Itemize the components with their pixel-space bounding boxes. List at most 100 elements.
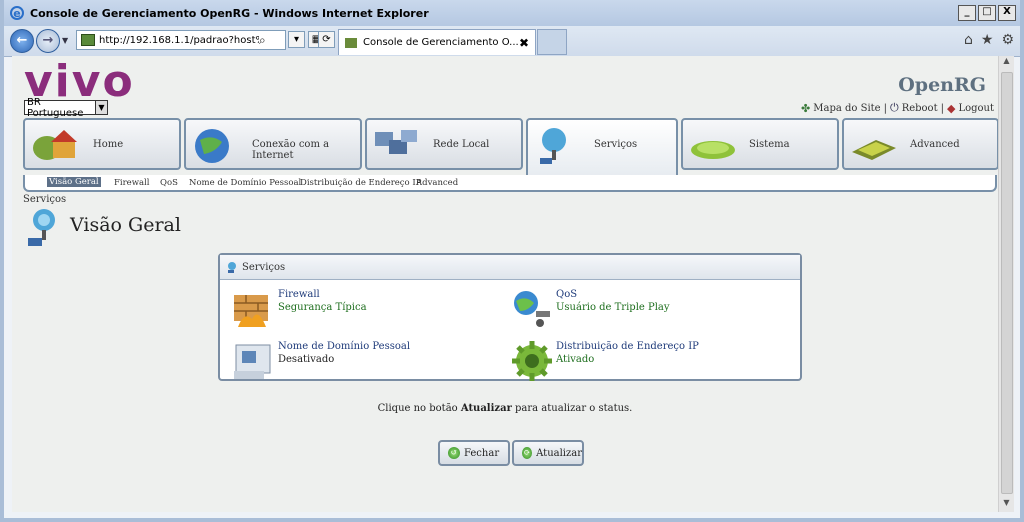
service-ip-distribution: Distribuição de Endereço IP Ativado bbox=[510, 341, 760, 381]
service-status: Desativado bbox=[278, 354, 335, 365]
close-circle-icon: ↺ bbox=[448, 447, 460, 459]
service-name[interactable]: Firewall bbox=[278, 289, 320, 300]
back-icon[interactable]: ← bbox=[10, 29, 34, 53]
personal-domain-icon bbox=[234, 344, 271, 379]
tab-home[interactable]: Home bbox=[23, 118, 181, 170]
services-page-icon bbox=[28, 209, 55, 246]
tab-title: Console de Gerenciamento O... bbox=[363, 37, 519, 48]
address-dropdown-icon[interactable]: ▾ bbox=[288, 31, 305, 48]
tab-favicon-icon bbox=[345, 37, 357, 48]
subnav-item-qos[interactable]: QoS bbox=[160, 178, 178, 188]
sub-nav: Visão Geral Firewall QoS Nome de Domínio… bbox=[23, 175, 997, 192]
close-button-label: Fechar bbox=[464, 447, 500, 459]
scroll-thumb[interactable] bbox=[1001, 72, 1013, 494]
services-icon bbox=[540, 128, 566, 164]
breadcrumb: Serviços bbox=[23, 194, 67, 205]
tab-label: Rede Local bbox=[433, 139, 490, 150]
page-title: Visão Geral bbox=[70, 214, 181, 236]
window-controls: _ □ X bbox=[958, 5, 1016, 21]
tab-label: Serviços bbox=[594, 139, 638, 150]
computers-icon bbox=[375, 130, 417, 154]
close-window-button[interactable]: X bbox=[998, 5, 1016, 21]
router-icon bbox=[691, 141, 735, 159]
tab-console[interactable]: Console de Gerenciamento O... ✖ bbox=[338, 29, 536, 55]
close-button[interactable]: ↺ Fechar bbox=[438, 440, 510, 466]
chevron-down-icon[interactable]: ▼ bbox=[94, 101, 107, 114]
qos-icon bbox=[514, 291, 550, 327]
service-name[interactable]: QoS bbox=[556, 289, 577, 300]
globe-icon bbox=[195, 129, 229, 163]
refresh-button-label: Atualizar bbox=[536, 447, 582, 459]
page-scrollbar[interactable]: ▲ ▼ bbox=[998, 56, 1014, 512]
service-name[interactable]: Nome de Domínio Pessoal bbox=[278, 341, 410, 352]
window-title: Console de Gerenciamento OpenRG - Window… bbox=[30, 6, 429, 20]
tab-label: Advanced bbox=[910, 139, 960, 150]
advanced-icon bbox=[852, 140, 896, 160]
message-prefix: Clique no botão bbox=[377, 403, 461, 414]
service-status: Segurança Típica bbox=[278, 302, 367, 313]
service-firewall: Firewall Segurança Típica bbox=[232, 289, 482, 329]
service-status: Usuário de Triple Play bbox=[556, 302, 670, 313]
panel-header: Serviços bbox=[220, 255, 800, 280]
firewall-icon bbox=[234, 295, 268, 327]
logout-icon: ◆ bbox=[946, 101, 956, 115]
browser-window: e Console de Gerenciamento OpenRG - Wind… bbox=[0, 0, 1024, 522]
search-icon[interactable]: ⌕ bbox=[259, 33, 266, 48]
refresh-icon[interactable]: ⟳ bbox=[318, 31, 335, 48]
language-value: BR Portuguese bbox=[27, 96, 84, 119]
service-name[interactable]: Distribuição de Endereço IP bbox=[556, 341, 699, 352]
separator: | bbox=[883, 102, 887, 114]
reboot-link[interactable]: Reboot bbox=[902, 103, 938, 114]
tab-services[interactable]: Serviços bbox=[526, 118, 678, 178]
status-message: Clique no botão Atualizar para atualizar… bbox=[12, 403, 998, 414]
tab-local-network[interactable]: Rede Local bbox=[365, 118, 523, 170]
tab-close-icon[interactable]: ✖ bbox=[519, 36, 529, 50]
forward-icon[interactable]: → bbox=[36, 29, 60, 53]
tab-system[interactable]: Sistema bbox=[681, 118, 839, 170]
header-links: ✤ Mapa do Site | ⏻ Reboot | ◆ Logout bbox=[801, 101, 994, 115]
sitemap-link[interactable]: Mapa do Site bbox=[813, 103, 880, 114]
openrg-logo: OpenRG bbox=[898, 74, 986, 96]
subnav-item-firewall[interactable]: Firewall bbox=[114, 178, 150, 188]
scroll-down-icon[interactable]: ▼ bbox=[999, 498, 1014, 512]
refresh-button[interactable]: ⟳ Atualizar bbox=[512, 440, 584, 466]
main-nav: Home Conexão com a Internet Rede Local S… bbox=[23, 118, 999, 178]
subnav-item-overview[interactable]: Visão Geral bbox=[47, 177, 101, 187]
tab-label: Home bbox=[93, 139, 124, 150]
minimize-button[interactable]: _ bbox=[958, 5, 976, 21]
home-icon[interactable]: ⌂ bbox=[964, 32, 973, 48]
maximize-button[interactable]: □ bbox=[978, 5, 996, 21]
services-small-icon bbox=[228, 262, 236, 273]
title-bar: e Console de Gerenciamento OpenRG - Wind… bbox=[4, 0, 1020, 26]
logout-link[interactable]: Logout bbox=[958, 103, 994, 114]
panel-title: Serviços bbox=[242, 261, 286, 273]
favorites-icon[interactable]: ★ bbox=[981, 32, 994, 48]
tab-label: Conexão com a Internet bbox=[252, 139, 330, 161]
language-select[interactable]: BR Portuguese ▼ bbox=[24, 97, 108, 119]
address-url[interactable]: http://192.168.1.1/padrao?host%5fm bbox=[99, 35, 259, 46]
address-bar[interactable]: http://192.168.1.1/padrao?host%5fm ⌕ bbox=[76, 30, 286, 50]
tab-internet[interactable]: Conexão com a Internet bbox=[184, 118, 362, 170]
services-panel: Serviços Firewall Segurança Típica QoS U… bbox=[218, 253, 802, 381]
separator: | bbox=[940, 102, 944, 114]
subnav-item-advanced[interactable]: Advanced bbox=[416, 178, 458, 188]
service-qos: QoS Usuário de Triple Play bbox=[510, 289, 760, 329]
home-icon bbox=[33, 130, 77, 160]
message-suffix: para atualizar o status. bbox=[511, 403, 633, 414]
sitemap-icon: ✤ bbox=[801, 101, 811, 115]
site-favicon-icon bbox=[81, 34, 95, 46]
service-dns: Nome de Domínio Pessoal Desativado bbox=[232, 341, 482, 381]
history-dropdown-icon[interactable]: ▼ bbox=[62, 36, 68, 45]
refresh-circle-icon: ⟳ bbox=[522, 447, 533, 459]
service-status: Ativado bbox=[556, 354, 595, 365]
page-content: vivo BR Portuguese ▼ OpenRG ✤ Mapa do Si… bbox=[12, 56, 1014, 512]
browser-tools: ⌂ ★ ⚙ bbox=[964, 32, 1014, 48]
new-tab-button[interactable] bbox=[537, 29, 567, 55]
subnav-item-dns[interactable]: Nome de Domínio Pessoal bbox=[189, 178, 301, 188]
tools-icon[interactable]: ⚙ bbox=[1001, 32, 1014, 48]
browser-navbar: ← → ▼ http://192.168.1.1/padrao?host%5fm… bbox=[4, 26, 1020, 57]
tab-label: Sistema bbox=[749, 139, 790, 150]
tab-advanced[interactable]: Advanced bbox=[842, 118, 999, 170]
subnav-item-ip-distribution[interactable]: Distribuição de Endereço IP bbox=[300, 178, 421, 188]
scroll-up-icon[interactable]: ▲ bbox=[999, 56, 1014, 70]
